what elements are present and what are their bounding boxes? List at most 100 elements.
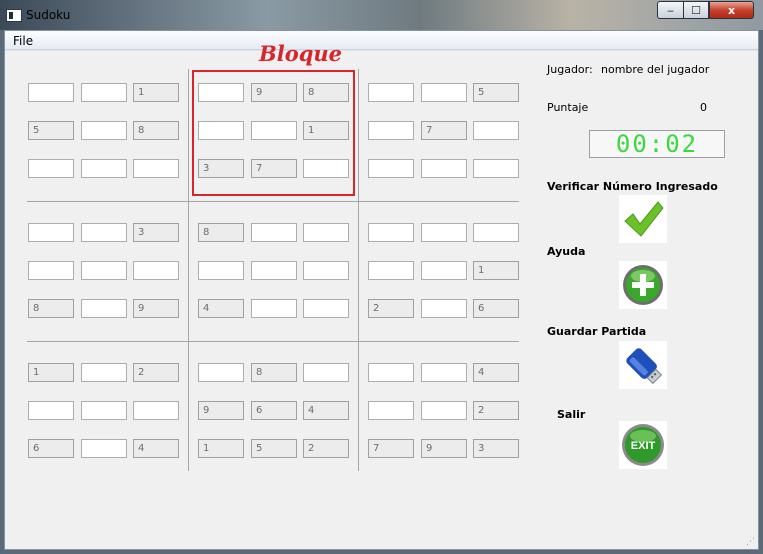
- sudoku-cell-r8-c5[interactable]: 6: [251, 401, 297, 420]
- sudoku-cell-r7-c1[interactable]: 1: [28, 363, 74, 382]
- sudoku-cell-r9-c4[interactable]: 1: [198, 439, 244, 458]
- sudoku-cell-r3-c3[interactable]: [133, 159, 179, 178]
- sudoku-cell-r7-c8[interactable]: [421, 363, 467, 382]
- block-divider-vertical-2: [358, 69, 359, 471]
- sudoku-cell-r9-c7[interactable]: 7: [368, 439, 414, 458]
- sudoku-cell-r5-c6[interactable]: [303, 261, 349, 280]
- sudoku-cell-r7-c5[interactable]: 8: [251, 363, 297, 382]
- sudoku-cell-r3-c7[interactable]: [368, 159, 414, 178]
- player-label: Jugador:: [547, 63, 593, 76]
- resize-grip[interactable]: ⋰: [746, 537, 756, 547]
- score-label: Puntaje: [547, 101, 589, 114]
- sudoku-cell-r2-c1[interactable]: 5: [28, 121, 74, 140]
- sudoku-cell-r3-c8[interactable]: [421, 159, 467, 178]
- sudoku-cell-r4-c4[interactable]: 8: [198, 223, 244, 242]
- sudoku-cell-r3-c9[interactable]: [473, 159, 519, 178]
- sudoku-cell-r4-c3[interactable]: 3: [133, 223, 179, 242]
- sudoku-cell-r6-c7[interactable]: 2: [368, 299, 414, 318]
- sudoku-cell-r6-c4[interactable]: 4: [198, 299, 244, 318]
- sudoku-cell-r5-c2[interactable]: [81, 261, 127, 280]
- sudoku-cell-r4-c5[interactable]: [251, 223, 297, 242]
- exit-label: Salir: [557, 408, 586, 421]
- save-button[interactable]: [619, 341, 667, 389]
- sudoku-cell-r8-c7[interactable]: [368, 401, 414, 420]
- sudoku-cell-r1-c3[interactable]: 1: [133, 83, 179, 102]
- sudoku-cell-r9-c9[interactable]: 3: [473, 439, 519, 458]
- sudoku-cell-r4-c2[interactable]: [81, 223, 127, 242]
- sudoku-cell-r9-c3[interactable]: 4: [133, 439, 179, 458]
- sudoku-cell-r7-c4[interactable]: [198, 363, 244, 382]
- sudoku-cell-r6-c8[interactable]: [421, 299, 467, 318]
- sudoku-cell-r8-c4[interactable]: 9: [198, 401, 244, 420]
- menu-divider: [5, 50, 758, 51]
- timer-display: 00:02: [589, 130, 725, 158]
- sudoku-cell-r1-c9[interactable]: 5: [473, 83, 519, 102]
- sudoku-cell-r6-c9[interactable]: 6: [473, 299, 519, 318]
- sudoku-cell-r5-c7[interactable]: [368, 261, 414, 280]
- client-area: File 1985581737381894261284964264152793 …: [4, 30, 759, 550]
- exit-icon-text: EXIT: [631, 440, 656, 452]
- sudoku-cell-r1-c2[interactable]: [81, 83, 127, 102]
- sudoku-cell-r9-c1[interactable]: 6: [28, 439, 74, 458]
- sudoku-cell-r5-c4[interactable]: [198, 261, 244, 280]
- sudoku-cell-r1-c1[interactable]: [28, 83, 74, 102]
- maximize-button[interactable]: ☐: [683, 1, 709, 19]
- sudoku-cell-r4-c6[interactable]: [303, 223, 349, 242]
- window-title: Sudoku: [26, 8, 71, 22]
- sudoku-cell-r8-c9[interactable]: 2: [473, 401, 519, 420]
- player-name: nombre del jugador: [601, 63, 710, 76]
- sudoku-cell-r2-c3[interactable]: 8: [133, 121, 179, 140]
- sudoku-cell-r5-c8[interactable]: [421, 261, 467, 280]
- save-label: Guardar Partida: [547, 325, 647, 338]
- help-label: Ayuda: [547, 245, 586, 258]
- verify-button[interactable]: [619, 195, 667, 243]
- sudoku-cell-r9-c2[interactable]: [81, 439, 127, 458]
- sudoku-cell-r8-c6[interactable]: 4: [303, 401, 349, 420]
- sudoku-cell-r6-c2[interactable]: [81, 299, 127, 318]
- sudoku-cell-r5-c3[interactable]: [133, 261, 179, 280]
- verify-label: Verificar Número Ingresado: [547, 180, 718, 193]
- menu-file[interactable]: File: [13, 34, 33, 48]
- sudoku-cell-r7-c3[interactable]: 2: [133, 363, 179, 382]
- sudoku-cell-r4-c8[interactable]: [421, 223, 467, 242]
- minimize-button[interactable]: ‒: [657, 1, 683, 19]
- app-icon: [6, 9, 22, 22]
- sudoku-cell-r6-c5[interactable]: [251, 299, 297, 318]
- sudoku-cell-r5-c1[interactable]: [28, 261, 74, 280]
- sudoku-cell-r3-c2[interactable]: [81, 159, 127, 178]
- checkmark-icon: [624, 201, 664, 237]
- sudoku-cell-r5-c5[interactable]: [251, 261, 297, 280]
- sudoku-cell-r7-c2[interactable]: [81, 363, 127, 382]
- sudoku-cell-r6-c6[interactable]: [303, 299, 349, 318]
- sudoku-cell-r1-c8[interactable]: [421, 83, 467, 102]
- sudoku-cell-r9-c6[interactable]: 2: [303, 439, 349, 458]
- title-bar[interactable]: Sudoku ‒ ☐ x: [0, 0, 763, 30]
- sudoku-cell-r6-c1[interactable]: 8: [28, 299, 74, 318]
- sudoku-cell-r2-c7[interactable]: [368, 121, 414, 140]
- sudoku-cell-r8-c8[interactable]: [421, 401, 467, 420]
- sudoku-cell-r7-c6[interactable]: [303, 363, 349, 382]
- sudoku-cell-r9-c5[interactable]: 5: [251, 439, 297, 458]
- sudoku-cell-r8-c2[interactable]: [81, 401, 127, 420]
- sudoku-cell-r7-c9[interactable]: 4: [473, 363, 519, 382]
- sudoku-cell-r6-c3[interactable]: 9: [133, 299, 179, 318]
- sudoku-cell-r4-c1[interactable]: [28, 223, 74, 242]
- sudoku-cell-r8-c1[interactable]: [28, 401, 74, 420]
- help-button[interactable]: [619, 261, 667, 309]
- close-button[interactable]: x: [709, 1, 754, 19]
- score-value: 0: [700, 101, 707, 114]
- exit-button[interactable]: EXIT: [619, 421, 667, 469]
- sudoku-cell-r7-c7[interactable]: [368, 363, 414, 382]
- block-annotation-label: Bloque: [259, 41, 343, 66]
- sudoku-cell-r9-c8[interactable]: 9: [421, 439, 467, 458]
- sudoku-cell-r2-c9[interactable]: [473, 121, 519, 140]
- sudoku-cell-r8-c3[interactable]: [133, 401, 179, 420]
- sudoku-cell-r5-c9[interactable]: 1: [473, 261, 519, 280]
- sudoku-cell-r4-c9[interactable]: [473, 223, 519, 242]
- sudoku-cell-r1-c7[interactable]: [368, 83, 414, 102]
- sudoku-cell-r2-c2[interactable]: [81, 121, 127, 140]
- sudoku-cell-r2-c8[interactable]: 7: [421, 121, 467, 140]
- sudoku-cell-r3-c1[interactable]: [28, 159, 74, 178]
- app-window: Sudoku ‒ ☐ x File 1985581737381894261284…: [0, 0, 763, 554]
- sudoku-cell-r4-c7[interactable]: [368, 223, 414, 242]
